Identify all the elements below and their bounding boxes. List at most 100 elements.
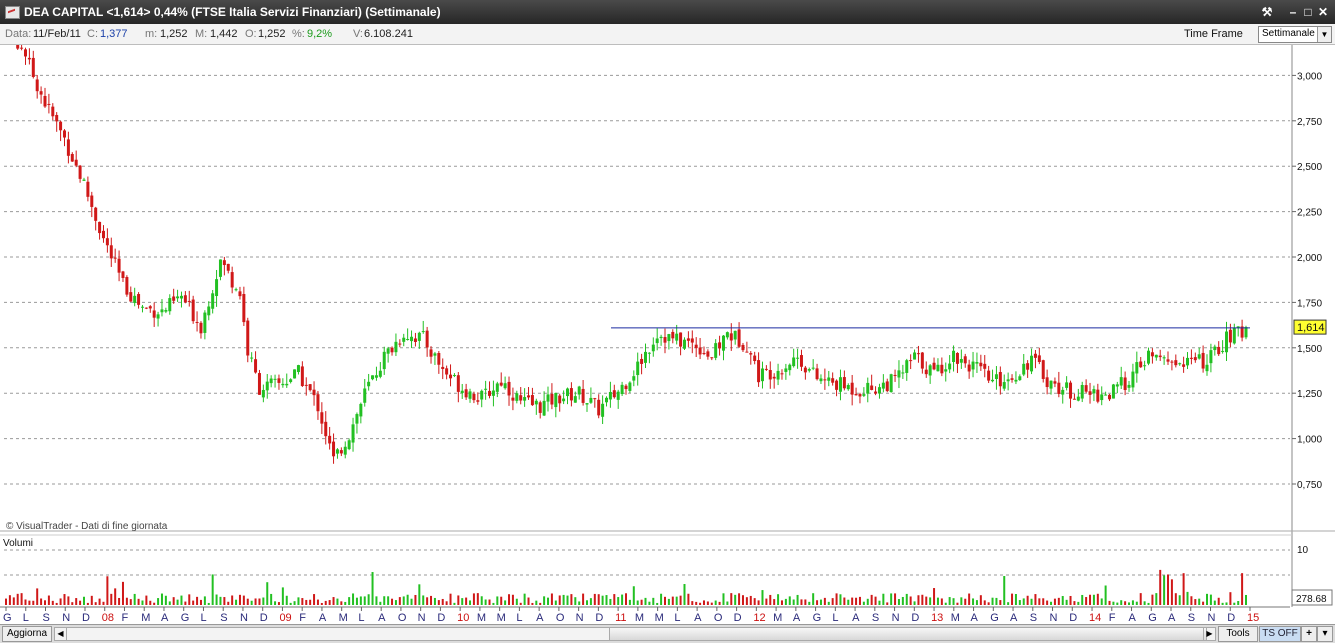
volume-bar — [98, 598, 101, 605]
date-label: Data: — [5, 28, 32, 40]
candle-body — [133, 295, 137, 303]
candle-body — [636, 361, 640, 376]
month-tick-label: L — [832, 612, 838, 624]
candle-body — [499, 382, 503, 386]
volume-bar — [40, 598, 43, 605]
candle-body — [172, 296, 176, 301]
volume-bar — [1022, 598, 1025, 605]
tools-button[interactable]: Tools — [1218, 626, 1258, 642]
volume-bar — [476, 593, 479, 605]
volume-bar — [67, 596, 70, 605]
volume-bar — [886, 602, 889, 605]
volume-bar — [960, 597, 963, 605]
chevron-down-icon[interactable]: ▼ — [1317, 27, 1331, 42]
volume-bar — [102, 601, 105, 605]
volume-last-value: 278.68 — [1296, 594, 1327, 605]
candle-body — [605, 397, 609, 403]
candle-body — [480, 390, 484, 400]
candle-body — [43, 96, 47, 107]
volume-bar — [1038, 598, 1041, 605]
year-tick-label: 10 — [457, 612, 469, 624]
refresh-button[interactable]: Aggiorna — [2, 626, 52, 642]
scroll-left-icon[interactable]: ◀ — [55, 628, 67, 640]
volume-bar — [488, 599, 491, 605]
scroll-right-icon[interactable]: ▶ — [1203, 628, 1215, 640]
volume-bar — [679, 595, 682, 605]
open-value: 1,252 — [258, 28, 286, 40]
volume-bar — [975, 600, 978, 605]
tools-icon[interactable]: ⚒ — [1259, 4, 1275, 20]
candle-body — [827, 377, 831, 381]
month-tick-label: F — [1109, 612, 1116, 624]
candle-body — [721, 335, 725, 351]
add-button[interactable]: + — [1301, 626, 1317, 642]
ts-off-button[interactable]: TS OFF — [1259, 626, 1301, 642]
maximize-button[interactable]: □ — [1300, 4, 1316, 20]
candle-body — [831, 378, 835, 383]
month-tick-label: A — [971, 612, 979, 624]
candle-body — [59, 121, 63, 131]
max-label: M: — [195, 28, 208, 40]
month-tick-label: D — [82, 612, 90, 624]
volume-bar — [504, 600, 507, 605]
candle-body — [476, 400, 480, 402]
candle-body — [558, 395, 562, 404]
candle-body — [893, 374, 897, 376]
volume-bar — [882, 593, 885, 605]
volume-bar — [777, 594, 780, 605]
volume-bar — [851, 597, 854, 605]
candle-body — [889, 374, 893, 393]
volume-label: V: — [353, 28, 363, 40]
candle-body — [994, 374, 998, 379]
candle-body — [924, 369, 928, 375]
volume-bar — [1018, 600, 1021, 605]
volume-bar — [157, 598, 160, 605]
candle-body — [1037, 355, 1041, 362]
volume-bar — [1108, 600, 1111, 605]
candle-body — [655, 338, 659, 344]
volume-bar — [422, 595, 425, 605]
candle-body — [1033, 353, 1037, 358]
close-button[interactable]: ✕ — [1315, 4, 1331, 20]
candle-body — [1111, 384, 1115, 399]
month-tick-label: A — [161, 612, 169, 624]
scrollbar-thumb[interactable] — [609, 628, 1207, 640]
horizontal-scrollbar[interactable]: ◀ ▶ — [54, 627, 1216, 641]
candle-body — [86, 181, 90, 197]
volume-bar — [1135, 601, 1138, 605]
volume-bar — [804, 599, 807, 605]
candle-body — [39, 91, 43, 95]
volume-bar — [1167, 574, 1170, 605]
candle-body — [928, 365, 932, 376]
minimize-button[interactable]: – — [1285, 4, 1301, 20]
price-tick-label: 3,000 — [1297, 71, 1322, 82]
volume-bar — [878, 600, 881, 605]
menu-button[interactable]: ▾ — [1317, 626, 1333, 642]
candle-body — [1010, 378, 1014, 380]
candle-body — [207, 306, 211, 316]
volume-bar — [558, 595, 561, 605]
volume-bar — [188, 594, 191, 605]
volume-bar — [359, 596, 362, 605]
volume-bar — [613, 594, 616, 605]
candle-body — [632, 376, 636, 381]
volume-bar — [726, 601, 729, 605]
timeframe-select[interactable]: Settimanale ▼ — [1258, 26, 1332, 43]
candle-body — [20, 47, 24, 49]
candle-body — [374, 375, 378, 378]
volume-bar — [426, 597, 429, 605]
volume-bar — [1174, 593, 1177, 605]
candle-body — [308, 384, 312, 391]
candle-body — [390, 347, 394, 353]
volume-bar — [866, 598, 869, 605]
volume-bar — [363, 596, 366, 605]
month-tick-label: N — [1050, 612, 1058, 624]
candle-body — [932, 362, 936, 370]
month-tick-label: M — [951, 612, 960, 624]
volume-bar — [847, 599, 850, 605]
candle-body — [998, 371, 1002, 387]
price-chart-svg[interactable]: 0,750 1,000 1,250 1,500 1,750 2,000 2,250 2,500… — [0, 45, 1335, 625]
chart-area[interactable]: 0,750 1,000 1,250 1,500 1,750 2,000 2,250 2,500… — [0, 45, 1335, 625]
volume-bar — [699, 602, 702, 605]
volume-bar — [808, 601, 811, 605]
